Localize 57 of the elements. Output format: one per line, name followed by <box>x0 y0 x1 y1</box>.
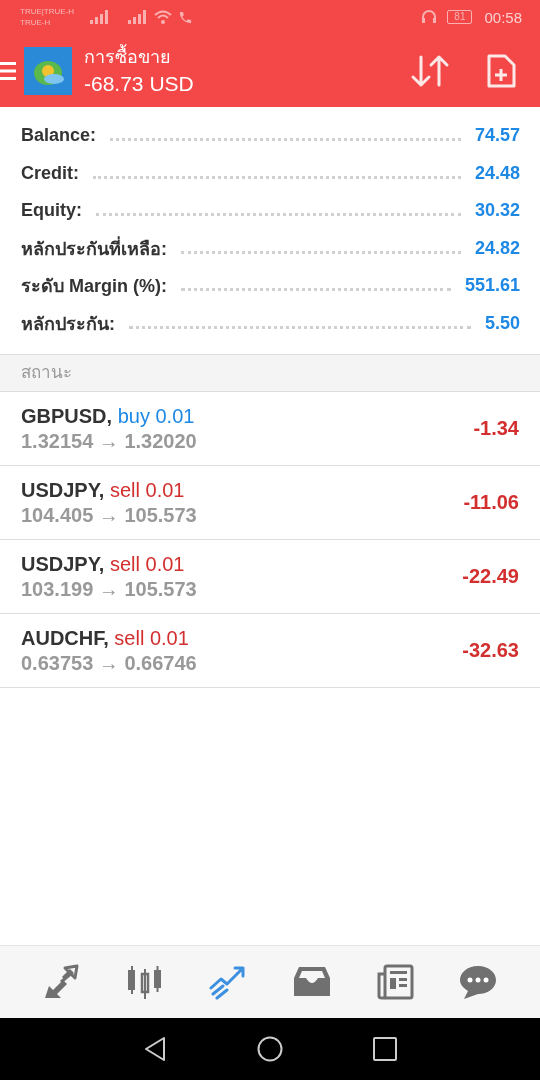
phone-icon <box>178 9 193 25</box>
double-arrow-icon <box>42 964 81 1000</box>
summary-label: Balance: <box>21 125 97 147</box>
position-title: USDJPY, sell 0.01 <box>21 551 186 577</box>
account-profit: -68.73 USD <box>84 70 194 97</box>
summary-value: 74.57 <box>474 125 520 147</box>
new-order-icon[interactable] <box>486 53 516 88</box>
candlestick-icon <box>126 964 164 1000</box>
recents-icon[interactable] <box>373 1037 397 1061</box>
summary-label: Credit: <box>21 162 79 184</box>
home-icon[interactable] <box>257 1036 283 1062</box>
summary-label: หลักประกันที่เหลือ: <box>21 235 167 261</box>
sort-icon[interactable] <box>410 53 450 88</box>
position-profit: -1.34 <box>473 417 519 440</box>
carrier-label: TRUE|TRUE-H <box>20 6 76 17</box>
summary-value: 5.50 <box>484 312 520 334</box>
wifi-icon <box>154 10 172 24</box>
headset-icon <box>421 9 438 25</box>
chat-tab[interactable] <box>459 964 498 1000</box>
position-prices: 1.32154 → 1.32020 <box>21 428 198 454</box>
position-prices: 0.63753 → 0.66746 <box>21 650 198 676</box>
summary-value: 24.48 <box>474 162 520 184</box>
position-profit: -22.49 <box>462 565 519 588</box>
quotes-tab[interactable] <box>42 964 81 1000</box>
newspaper-icon <box>375 964 414 1000</box>
position-prices: 103.199 → 105.573 <box>21 576 198 602</box>
battery-indicator: 81 <box>447 10 473 24</box>
trend-line-icon <box>209 964 248 1000</box>
back-icon[interactable] <box>143 1036 167 1062</box>
position-prices: 104.405 → 105.573 <box>21 502 198 528</box>
position-title: GBPUSD, buy 0.01 <box>21 403 196 429</box>
summary-value: 551.61 <box>464 275 520 297</box>
summary-value: 24.82 <box>474 237 520 259</box>
menu-icon[interactable] <box>0 59 16 82</box>
news-tab[interactable] <box>375 964 414 1000</box>
chart-tab[interactable] <box>126 964 164 1000</box>
position-title: USDJPY, sell 0.01 <box>21 477 186 503</box>
app-logo-icon <box>24 46 72 95</box>
position-title: AUDCHF, sell 0.01 <box>21 625 190 651</box>
summary-label: หลักประกัน: <box>21 312 115 336</box>
trade-tab[interactable] <box>209 964 248 1000</box>
chat-icon <box>459 964 498 1000</box>
summary-value: 30.32 <box>474 200 520 222</box>
section-header: สถานะ <box>0 355 540 392</box>
status-time: 00:58 <box>484 8 522 26</box>
carrier-label: TRUE-H <box>20 17 52 28</box>
signal-icon <box>128 10 148 24</box>
signal-icon <box>90 10 110 24</box>
summary-label: Equity: <box>21 200 82 222</box>
position-row[interactable]: GBPUSD, buy 0.01 1.32154 → 1.32020 -1.34 <box>0 392 540 466</box>
position-profit: -11.06 <box>463 491 519 514</box>
position-profit: -32.63 <box>462 639 519 662</box>
screen-title: การซื้อขาย <box>84 43 172 69</box>
position-row[interactable]: AUDCHF, sell 0.01 0.63753 → 0.66746 -32.63 <box>0 614 540 688</box>
position-row[interactable]: USDJPY, sell 0.01 103.199 → 105.573 -22.49 <box>0 540 540 614</box>
summary-label: ระดับ Margin (%): <box>21 275 167 299</box>
position-row[interactable]: USDJPY, sell 0.01 104.405 → 105.573 -11.06 <box>0 466 540 540</box>
